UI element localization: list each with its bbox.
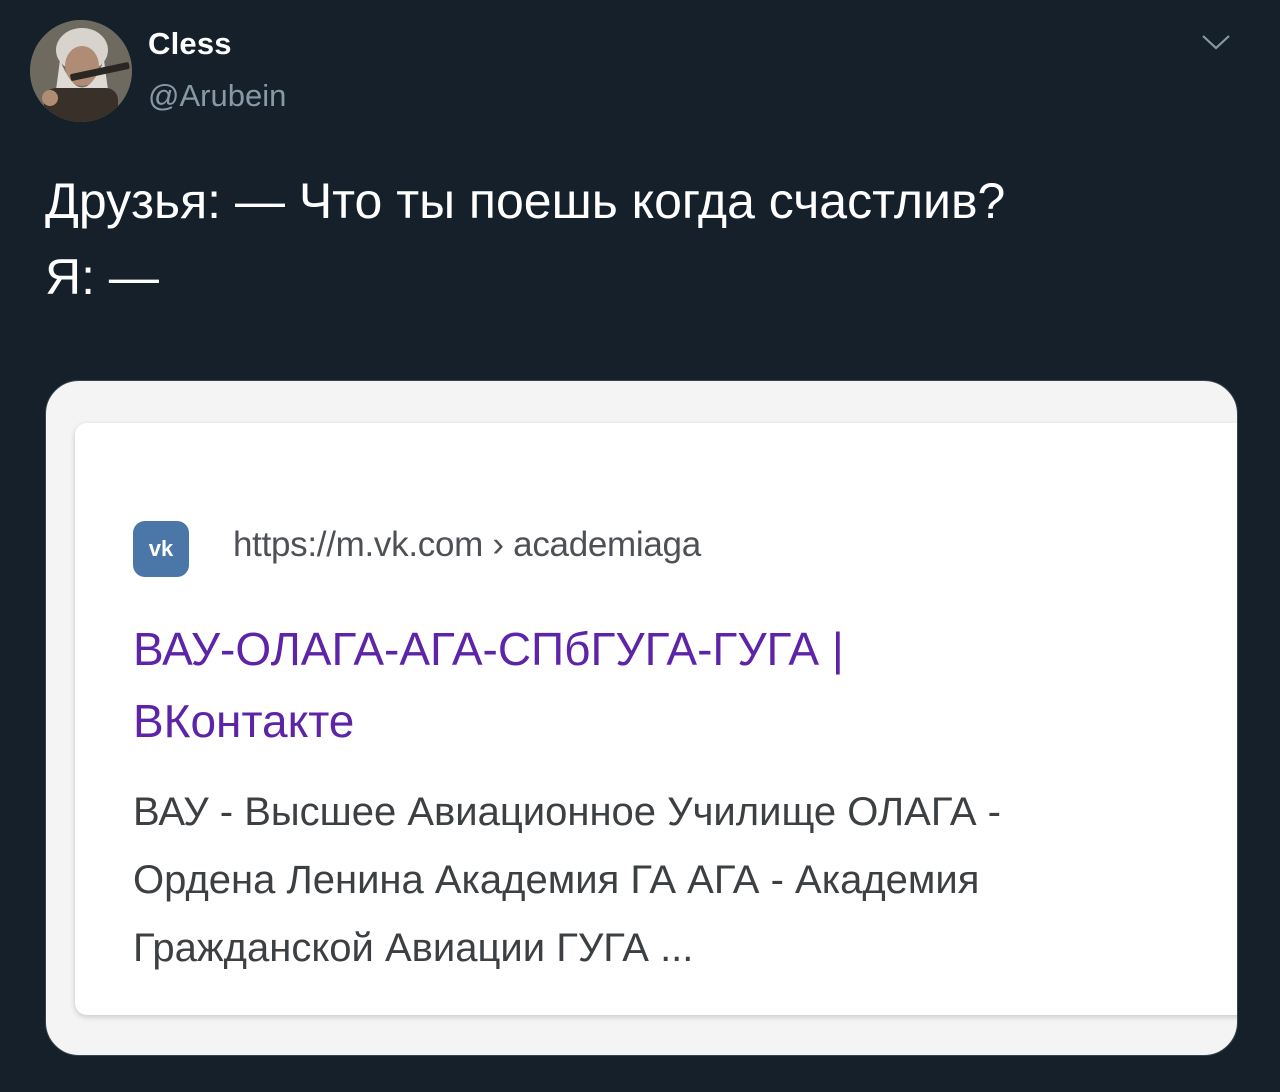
result-url: https://m.vk.com › academiaga <box>233 525 701 564</box>
user-avatar[interactable] <box>30 20 132 122</box>
result-title-link[interactable]: ВАУ-ОЛАГА-АГА-СПбГУГА-ГУГА | ВКонтакте <box>133 613 1213 757</box>
tweet-text: Друзья: — Что ты поешь когда счастлив? Я… <box>45 173 1006 305</box>
tweet: Cless @Arubein Друзья: — Что ты поешь ко… <box>0 0 1280 1092</box>
search-result-card: vk https://m.vk.com › academiaga ВАУ-ОЛА… <box>75 423 1237 1015</box>
user-handle[interactable]: @Arubein <box>148 78 286 114</box>
tweet-media-image[interactable]: vk https://m.vk.com › academiaga ВАУ-ОЛА… <box>45 380 1238 1056</box>
result-snippet: ВАУ - Высшее Авиационное Училище ОЛАГА -… <box>133 790 1001 970</box>
avatar-photo-icon <box>30 20 132 122</box>
chevron-down-icon[interactable] <box>1200 32 1232 52</box>
display-name[interactable]: Cless <box>148 26 232 62</box>
vk-logo-icon: vk <box>133 521 189 577</box>
